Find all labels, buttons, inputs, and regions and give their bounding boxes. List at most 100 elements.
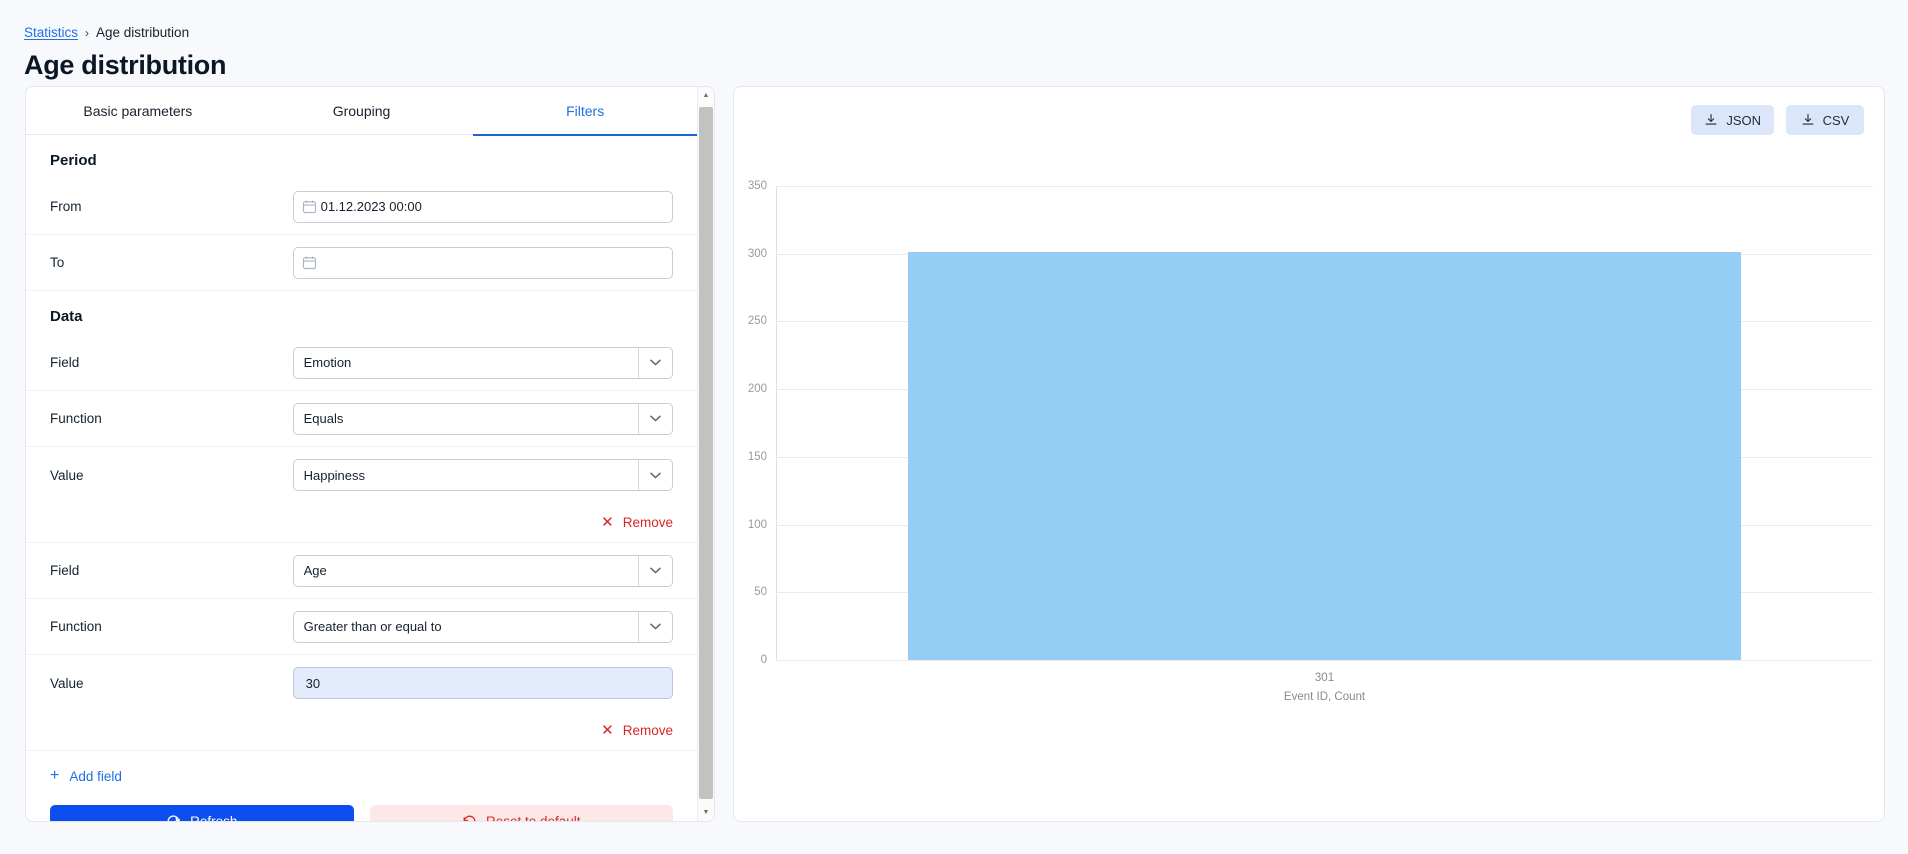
reset-icon xyxy=(462,814,477,822)
date-from-input[interactable]: 01.12.2023 00:00 xyxy=(293,191,673,223)
reset-to-default-button[interactable]: Reset to default xyxy=(370,805,674,821)
select-filter1-value[interactable]: Happiness xyxy=(293,459,673,491)
y-axis-tick-label: 300 xyxy=(748,248,767,260)
label-filter2-value: Value xyxy=(50,676,293,691)
tab-basic-parameters-label: Basic parameters xyxy=(83,103,192,119)
row-filter2-field: Field Age xyxy=(26,543,697,599)
select-filter1-field-value: Emotion xyxy=(304,355,638,370)
export-json-label: JSON xyxy=(1726,113,1761,128)
refresh-icon xyxy=(166,814,181,822)
download-icon xyxy=(1704,113,1718,127)
breadcrumb: Statistics › Age distribution xyxy=(24,24,189,42)
date-to-input[interactable] xyxy=(293,247,673,279)
chevron-down-icon[interactable] xyxy=(638,348,672,378)
scrollbar-down-arrow-icon[interactable]: ▼ xyxy=(698,804,714,821)
label-filter1-value: Value xyxy=(50,468,293,483)
select-filter2-field-value: Age xyxy=(304,563,638,578)
export-csv-label: CSV xyxy=(1823,113,1850,128)
row-period-to: To xyxy=(26,235,697,291)
row-filter2-function: Function Greater than or equal to xyxy=(26,599,697,655)
tab-filters-label: Filters xyxy=(566,103,604,119)
refresh-label: Refresh xyxy=(190,814,237,822)
calendar-icon xyxy=(302,199,317,214)
section-heading-data: Data xyxy=(26,291,697,335)
plus-icon: + xyxy=(50,768,59,784)
row-filter1-function: Function Equals xyxy=(26,391,697,447)
row-period-from: From 01.12.2023 00:00 xyxy=(26,179,697,235)
close-icon: ✕ xyxy=(601,723,614,738)
label-filter2-function: Function xyxy=(50,619,293,634)
statistics-page: Statistics › Age distribution Age distri… xyxy=(0,0,1908,854)
tab-grouping-label: Grouping xyxy=(333,103,391,119)
filters-scroll-area: Basic parameters Grouping Filters Period… xyxy=(26,87,697,821)
gridline xyxy=(776,660,1873,661)
label-to: To xyxy=(50,255,293,270)
section-heading-period: Period xyxy=(26,135,697,179)
remove-filter2-button[interactable]: ✕ Remove xyxy=(601,723,673,738)
breadcrumb-link-statistics[interactable]: Statistics xyxy=(24,24,78,42)
row-filter1-remove: ✕ Remove xyxy=(26,503,697,543)
y-axis-tick-label: 100 xyxy=(748,519,767,531)
export-buttons: JSON CSV xyxy=(1691,105,1864,135)
row-filter1-field: Field Emotion xyxy=(26,335,697,391)
select-filter1-function[interactable]: Equals xyxy=(293,403,673,435)
input-filter2-value[interactable]: 30 xyxy=(293,667,673,699)
select-filter1-field[interactable]: Emotion xyxy=(293,347,673,379)
chevron-down-icon[interactable] xyxy=(638,404,672,434)
export-csv-button[interactable]: CSV xyxy=(1786,105,1864,135)
chevron-down-icon[interactable] xyxy=(638,460,672,490)
date-from-value: 01.12.2023 00:00 xyxy=(317,199,422,214)
breadcrumb-separator-icon: › xyxy=(85,24,89,42)
y-axis-tick-label: 250 xyxy=(748,315,767,327)
gridline xyxy=(776,186,1873,187)
x-axis-tick-label: 301 xyxy=(1315,672,1334,684)
add-field-row: + Add field xyxy=(26,751,697,799)
tab-filters[interactable]: Filters xyxy=(473,87,697,135)
bar[interactable] xyxy=(908,252,1742,660)
row-filter1-value: Value Happiness xyxy=(26,447,697,503)
y-axis-tick-label: 0 xyxy=(761,654,767,666)
tab-grouping[interactable]: Grouping xyxy=(250,87,474,135)
filters-scrollbar[interactable]: ▲ ▼ xyxy=(697,87,714,821)
download-icon xyxy=(1801,113,1815,127)
add-field-label: Add field xyxy=(69,769,122,784)
reset-label: Reset to default xyxy=(486,814,581,822)
x-axis-title: Event ID, Count xyxy=(1284,691,1365,703)
plot-area: 050100150200250300350301Event ID, Count xyxy=(776,186,1873,660)
close-icon: ✕ xyxy=(601,515,614,530)
select-filter1-function-value: Equals xyxy=(304,411,638,426)
chevron-down-icon[interactable] xyxy=(638,556,672,586)
label-from: From xyxy=(50,199,293,214)
chevron-down-icon[interactable] xyxy=(638,612,672,642)
tab-bar: Basic parameters Grouping Filters xyxy=(26,87,697,135)
y-axis-tick-label: 350 xyxy=(748,180,767,192)
row-filter2-value: Value 30 xyxy=(26,655,697,711)
y-axis-line xyxy=(776,186,777,660)
y-axis-tick-label: 50 xyxy=(754,586,767,598)
action-buttons: Refresh Reset to default xyxy=(26,799,697,821)
remove-filter2-label: Remove xyxy=(623,723,673,738)
page-title: Age distribution xyxy=(24,46,226,84)
select-filter1-value-value: Happiness xyxy=(304,468,638,483)
row-filter2-remove: ✕ Remove xyxy=(26,711,697,751)
remove-filter1-label: Remove xyxy=(623,515,673,530)
label-filter2-field: Field xyxy=(50,563,293,578)
add-field-button[interactable]: + Add field xyxy=(50,768,122,784)
y-axis-tick-label: 150 xyxy=(748,451,767,463)
input-filter2-value-text: 30 xyxy=(302,676,320,691)
filters-panel: Basic parameters Grouping Filters Period… xyxy=(25,86,715,822)
select-filter2-function[interactable]: Greater than or equal to xyxy=(293,611,673,643)
remove-filter1-button[interactable]: ✕ Remove xyxy=(601,515,673,530)
refresh-button[interactable]: Refresh xyxy=(50,805,354,821)
bar-chart-plot: 050100150200250300350301Event ID, Count xyxy=(776,186,1873,660)
y-axis-tick-label: 200 xyxy=(748,383,767,395)
tab-basic-parameters[interactable]: Basic parameters xyxy=(26,87,250,135)
scrollbar-up-arrow-icon[interactable]: ▲ xyxy=(698,87,714,104)
select-filter2-field[interactable]: Age xyxy=(293,555,673,587)
breadcrumb-current: Age distribution xyxy=(96,24,189,42)
calendar-icon xyxy=(302,255,317,270)
export-json-button[interactable]: JSON xyxy=(1691,105,1774,135)
label-filter1-function: Function xyxy=(50,411,293,426)
scrollbar-thumb[interactable] xyxy=(699,107,713,799)
select-filter2-function-value: Greater than or equal to xyxy=(304,619,638,634)
